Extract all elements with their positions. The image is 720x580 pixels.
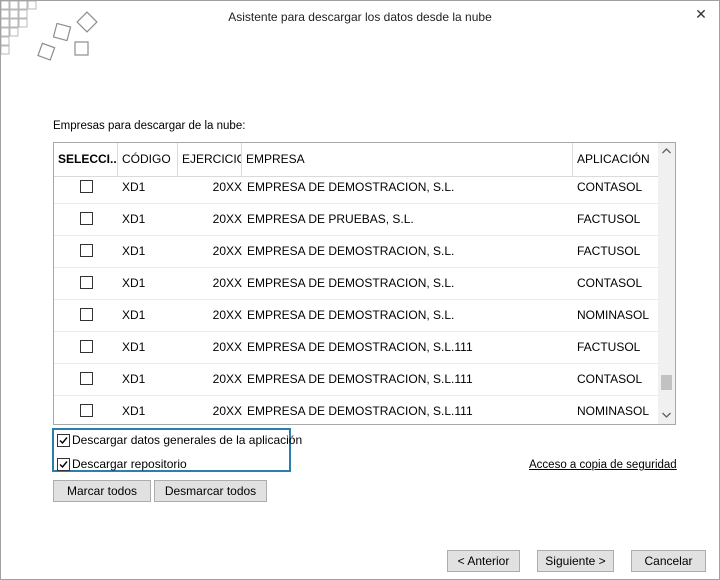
window-title: Asistente para descargar los datos desde… [228, 10, 492, 24]
option-datos-generales-label: Descargar datos generales de la aplicaci… [72, 433, 303, 447]
cell-codigo: XD1 [122, 244, 146, 258]
cell-ejercicio: 20XX [212, 244, 242, 258]
row-select-checkbox[interactable] [80, 180, 93, 193]
cell-codigo: XD1 [122, 404, 146, 418]
cancel-button[interactable]: Cancelar [631, 550, 706, 572]
option-repositorio-label: Descargar repositorio [72, 457, 187, 471]
checkmark-icon[interactable] [57, 434, 70, 447]
cell-ejercicio: 20XX [212, 180, 242, 194]
cell-codigo: XD1 [122, 308, 146, 322]
cell-ejercicio: 20XX [212, 276, 242, 290]
list-caption: Empresas para descargar de la nube: [53, 120, 246, 132]
cell-codigo: XD1 [122, 180, 146, 194]
row-select-checkbox[interactable] [80, 244, 93, 257]
cell-aplicacion: CONTASOL [577, 180, 643, 194]
cell-empresa: EMPRESA DE DEMOSTRACION, S.L.111 [247, 404, 473, 418]
cell-empresa: EMPRESA DE DEMOSTRACION, S.L.111 [247, 340, 473, 354]
scrollbar-thumb[interactable] [661, 375, 672, 390]
close-icon[interactable]: ✕ [691, 5, 711, 25]
table-row[interactable]: XD1 20XX EMPRESA DE DEMOSTRACION, S.L. F… [54, 235, 658, 268]
cell-empresa: EMPRESA DE DEMOSTRACION, S.L. [247, 244, 455, 258]
cell-codigo: XD1 [122, 276, 146, 290]
chevron-down-icon[interactable] [658, 407, 675, 424]
cell-codigo: XD1 [122, 340, 146, 354]
table-row[interactable]: XD1 20XX EMPRESA DE DEMOSTRACION, S.L.11… [54, 331, 658, 364]
vertical-scrollbar[interactable] [658, 143, 675, 424]
row-select-checkbox[interactable] [80, 372, 93, 385]
cell-aplicacion: NOMINASOL [577, 404, 650, 418]
chevron-up-icon[interactable] [658, 143, 675, 160]
companies-grid: SELECCI... CÓDIGO EJERCICIO EMPRESA APLI… [53, 142, 676, 425]
table-row[interactable]: XD1 20XX EMPRESA DE DEMOSTRACION, S.L. C… [54, 171, 658, 204]
table-row[interactable]: XD1 20XX EMPRESA DE DEMOSTRACION, S.L. C… [54, 267, 658, 300]
table-row[interactable]: XD1 20XX EMPRESA DE PRUEBAS, S.L. FACTUS… [54, 203, 658, 236]
row-select-checkbox[interactable] [80, 276, 93, 289]
cell-empresa: EMPRESA DE DEMOSTRACION, S.L. [247, 276, 455, 290]
cell-aplicacion: FACTUSOL [577, 340, 641, 354]
previous-button[interactable]: < Anterior [447, 550, 520, 572]
cell-empresa: EMPRESA DE DEMOSTRACION, S.L.111 [247, 372, 473, 386]
cell-aplicacion: FACTUSOL [577, 212, 641, 226]
row-select-checkbox[interactable] [80, 340, 93, 353]
row-select-checkbox[interactable] [80, 212, 93, 225]
download-options-group: Descargar datos generales de la aplicaci… [52, 428, 302, 472]
checkmark-icon[interactable] [57, 458, 70, 471]
cell-ejercicio: 20XX [212, 372, 242, 386]
cell-aplicacion: CONTASOL [577, 372, 643, 386]
row-select-checkbox[interactable] [80, 308, 93, 321]
cell-aplicacion: NOMINASOL [577, 308, 650, 322]
row-select-checkbox[interactable] [80, 404, 93, 417]
backup-access-link[interactable]: Acceso a copia de seguridad [529, 459, 677, 471]
deselect-all-button[interactable]: Desmarcar todos [154, 480, 267, 502]
table-row[interactable]: XD1 20XX EMPRESA DE DEMOSTRACION, S.L. N… [54, 299, 658, 332]
cell-ejercicio: 20XX [212, 212, 242, 226]
cell-ejercicio: 20XX [212, 404, 242, 418]
cell-empresa: EMPRESA DE PRUEBAS, S.L. [247, 212, 414, 226]
next-button[interactable]: Siguiente > [537, 550, 614, 572]
cell-empresa: EMPRESA DE DEMOSTRACION, S.L. [247, 180, 455, 194]
cell-codigo: XD1 [122, 372, 146, 386]
select-all-button[interactable]: Marcar todos [53, 480, 151, 502]
cell-aplicacion: CONTASOL [577, 276, 643, 290]
cell-ejercicio: 20XX [212, 308, 242, 322]
cell-aplicacion: FACTUSOL [577, 244, 641, 258]
table-row[interactable]: XD1 20XX EMPRESA DE DEMOSTRACION, S.L.11… [54, 395, 658, 424]
cell-ejercicio: 20XX [212, 340, 242, 354]
table-row[interactable]: XD1 20XX EMPRESA DE DEMOSTRACION, S.L.11… [54, 363, 658, 396]
cell-codigo: XD1 [122, 212, 146, 226]
cell-empresa: EMPRESA DE DEMOSTRACION, S.L. [247, 308, 455, 322]
wizard-window: Asistente para descargar los datos desde… [0, 0, 720, 580]
